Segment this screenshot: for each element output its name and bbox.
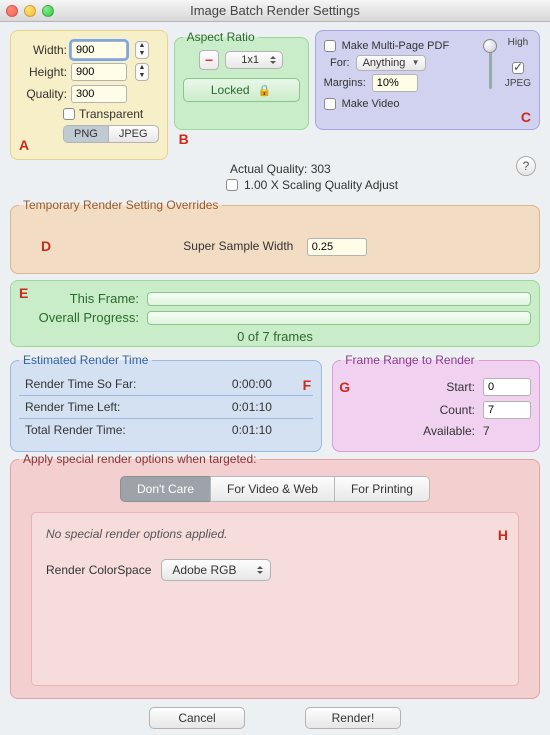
transparent-label: Transparent xyxy=(79,107,143,121)
special-panel: Apply special render options when target… xyxy=(10,452,540,699)
special-tabs: Don't Care For Video & Web For Printing xyxy=(19,476,531,502)
overrides-legend: Temporary Render Setting Overrides xyxy=(19,198,222,212)
overall-progress xyxy=(147,311,531,325)
scaling-label: 1.00 X Scaling Quality Adjust xyxy=(244,178,398,192)
jpeg-toggle-caption: JPEG xyxy=(505,78,531,89)
aspect-link-icon[interactable]: − xyxy=(199,50,219,70)
left-label: Render Time Left: xyxy=(19,396,226,419)
multipage-label: Make Multi-Page PDF xyxy=(342,40,450,52)
aspect-ratio-popup[interactable]: 1x1 xyxy=(225,51,283,69)
for-dropdown[interactable]: Anything xyxy=(356,55,426,71)
framerange-panel: Frame Range to Render G Start: Count: Av… xyxy=(332,353,540,452)
aspect-locked-label: Locked xyxy=(211,83,250,97)
frames-text: 0 of 7 frames xyxy=(19,329,531,344)
margins-input[interactable] xyxy=(372,74,418,92)
colorspace-popup[interactable]: Adobe RGB xyxy=(161,559,271,581)
start-input[interactable] xyxy=(483,378,531,396)
marker-h: H xyxy=(498,527,508,543)
width-input[interactable] xyxy=(71,41,127,59)
ssw-input[interactable] xyxy=(307,238,367,256)
makevideo-checkbox[interactable] xyxy=(324,98,336,110)
for-label: For: xyxy=(324,57,350,69)
progress-panel: E This Frame: Overall Progress: 0 of 7 f… xyxy=(10,280,540,347)
cancel-button[interactable]: Cancel xyxy=(149,707,245,729)
this-frame-progress xyxy=(147,292,531,306)
sofar-label: Render Time So Far: xyxy=(19,373,226,396)
aspect-locked-button[interactable]: Locked 🔒 xyxy=(183,78,300,102)
tab-videoweb[interactable]: For Video & Web xyxy=(210,476,335,502)
marker-d: D xyxy=(41,238,51,254)
colorspace-label: Render ColorSpace xyxy=(46,563,151,577)
size-panel: Width: ▲▼ Height: ▲▼ Quality: Transparen… xyxy=(10,30,168,160)
format-segmented[interactable]: PNG JPEG xyxy=(63,125,159,143)
height-label: Height: xyxy=(19,65,67,79)
format-jpeg[interactable]: JPEG xyxy=(109,126,158,142)
height-stepper[interactable]: ▲▼ xyxy=(135,63,149,81)
this-frame-label: This Frame: xyxy=(19,291,139,306)
pdf-panel: Make Multi-Page PDF For: Anything Margin… xyxy=(315,30,540,130)
total-label: Total Render Time: xyxy=(19,419,226,442)
render-button[interactable]: Render! xyxy=(305,707,401,729)
aspect-legend: Aspect Ratio xyxy=(183,30,259,44)
quality-slider[interactable] xyxy=(481,39,499,91)
tab-dontcare[interactable]: Don't Care xyxy=(120,476,211,502)
ssw-label: Super Sample Width xyxy=(183,239,293,253)
overrides-panel: Temporary Render Setting Overrides D Sup… xyxy=(10,198,540,274)
count-label: Count: xyxy=(405,403,475,417)
format-png[interactable]: PNG xyxy=(64,126,109,142)
titlebar: Image Batch Render Settings xyxy=(0,0,550,22)
marker-e: E xyxy=(19,285,28,301)
marker-a: A xyxy=(19,137,29,153)
special-tab-body: H No special render options applied. Ren… xyxy=(31,512,519,686)
quality-input[interactable] xyxy=(71,85,127,103)
total-value: 0:01:10 xyxy=(226,419,313,442)
window-title: Image Batch Render Settings xyxy=(0,3,550,18)
jpeg-toggle-checkbox[interactable] xyxy=(512,62,524,74)
actual-quality-text: Actual Quality: 303 xyxy=(230,162,540,176)
makevideo-label: Make Video xyxy=(342,98,400,110)
width-label: Width: xyxy=(19,43,67,57)
tab-printing[interactable]: For Printing xyxy=(334,476,430,502)
overall-label: Overall Progress: xyxy=(19,310,139,325)
left-value: 0:01:10 xyxy=(226,396,313,419)
multipage-checkbox[interactable] xyxy=(324,40,336,52)
marker-f: F xyxy=(303,377,312,393)
scaling-checkbox[interactable] xyxy=(226,179,238,191)
available-label: Available: xyxy=(405,424,475,438)
width-stepper[interactable]: ▲▼ xyxy=(135,41,149,59)
framerange-legend: Frame Range to Render xyxy=(341,353,478,367)
rendertime-legend: Estimated Render Time xyxy=(19,353,152,367)
lock-icon: 🔒 xyxy=(258,84,272,97)
special-legend: Apply special render options when target… xyxy=(19,452,260,466)
aspect-panel: Aspect Ratio − 1x1 Locked 🔒 B xyxy=(174,30,309,130)
sofar-value: 0:00:00 xyxy=(226,373,313,396)
height-input[interactable] xyxy=(71,63,127,81)
marker-b: B xyxy=(179,131,189,147)
slider-high-label: High xyxy=(505,37,531,48)
transparent-checkbox[interactable] xyxy=(63,108,75,120)
start-label: Start: xyxy=(405,380,475,394)
available-value: 7 xyxy=(483,424,531,438)
count-input[interactable] xyxy=(483,401,531,419)
margins-label: Margins: xyxy=(324,77,366,89)
special-note: No special render options applied. xyxy=(46,527,504,541)
rendertime-panel: Estimated Render Time F Render Time So F… xyxy=(10,353,322,452)
help-button[interactable]: ? xyxy=(516,156,536,176)
marker-g: G xyxy=(339,379,350,395)
marker-c: C xyxy=(521,109,531,125)
quality-label: Quality: xyxy=(19,87,67,101)
